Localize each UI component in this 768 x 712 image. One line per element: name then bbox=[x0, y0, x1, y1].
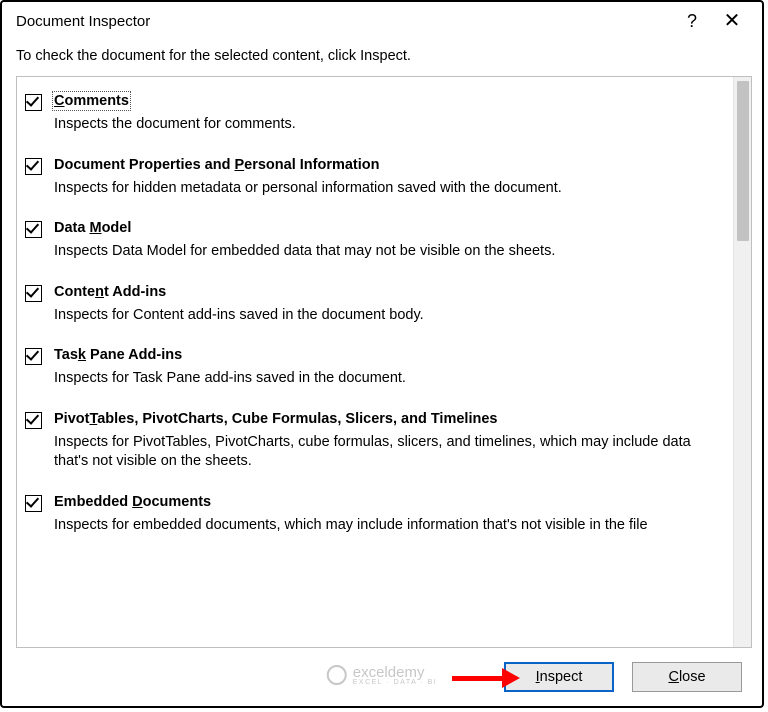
checkbox-docprops[interactable] bbox=[25, 158, 42, 175]
checkbox-datamodel[interactable] bbox=[25, 221, 42, 238]
content-panel: Comments Inspects the document for comme… bbox=[16, 76, 752, 648]
button-row: Inspect Close bbox=[2, 648, 762, 706]
option-desc: Inspects for Task Pane add-ins saved in … bbox=[54, 369, 723, 389]
checkbox-content-addins[interactable] bbox=[25, 285, 42, 302]
titlebar: Document Inspector ? ✕ bbox=[2, 2, 762, 38]
dialog-title: Document Inspector bbox=[16, 13, 672, 30]
close-icon[interactable]: ✕ bbox=[712, 10, 752, 32]
checkbox-pivottables[interactable] bbox=[25, 412, 42, 429]
option-title: Document Properties and Personal Informa… bbox=[54, 157, 380, 173]
option-desc: Inspects for PivotTables, PivotCharts, c… bbox=[54, 433, 723, 472]
instruction-text: To check the document for the selected c… bbox=[2, 38, 762, 76]
option-desc: Inspects for Content add-ins saved in th… bbox=[54, 306, 723, 326]
option-taskpane-addins: Task Pane Add-ins Inspects for Task Pane… bbox=[17, 335, 733, 399]
option-docprops: Document Properties and Personal Informa… bbox=[17, 145, 733, 209]
checkbox-taskpane-addins[interactable] bbox=[25, 348, 42, 365]
options-list: Comments Inspects the document for comme… bbox=[17, 77, 733, 647]
option-embedded-docs: Embedded Documents Inspects for embedded… bbox=[17, 482, 733, 546]
scrollbar-thumb[interactable] bbox=[737, 81, 749, 241]
option-desc: Inspects for hidden metadata or personal… bbox=[54, 179, 723, 199]
option-desc: Inspects for embedded documents, which m… bbox=[54, 516, 723, 536]
option-title: Content Add-ins bbox=[54, 284, 166, 300]
option-title: PivotTables, PivotCharts, Cube Formulas,… bbox=[54, 411, 497, 427]
document-inspector-dialog: Document Inspector ? ✕ To check the docu… bbox=[0, 0, 764, 708]
option-comments: Comments Inspects the document for comme… bbox=[17, 81, 733, 145]
option-title: Data Model bbox=[54, 220, 131, 236]
option-desc: Inspects Data Model for embedded data th… bbox=[54, 242, 723, 262]
option-title: Comments bbox=[54, 93, 129, 109]
option-title: Embedded Documents bbox=[54, 494, 211, 510]
option-desc: Inspects the document for comments. bbox=[54, 115, 723, 135]
inspect-button[interactable]: Inspect bbox=[504, 662, 614, 692]
option-content-addins: Content Add-ins Inspects for Content add… bbox=[17, 272, 733, 336]
option-pivottables: PivotTables, PivotCharts, Cube Formulas,… bbox=[17, 399, 733, 482]
help-icon[interactable]: ? bbox=[672, 10, 712, 32]
close-button[interactable]: Close bbox=[632, 662, 742, 692]
option-title: Task Pane Add-ins bbox=[54, 347, 182, 363]
checkbox-comments[interactable] bbox=[25, 94, 42, 111]
checkbox-embedded-docs[interactable] bbox=[25, 495, 42, 512]
annotation-arrow-icon bbox=[452, 668, 520, 688]
vertical-scrollbar[interactable] bbox=[733, 77, 751, 647]
option-datamodel: Data Model Inspects Data Model for embed… bbox=[17, 208, 733, 272]
